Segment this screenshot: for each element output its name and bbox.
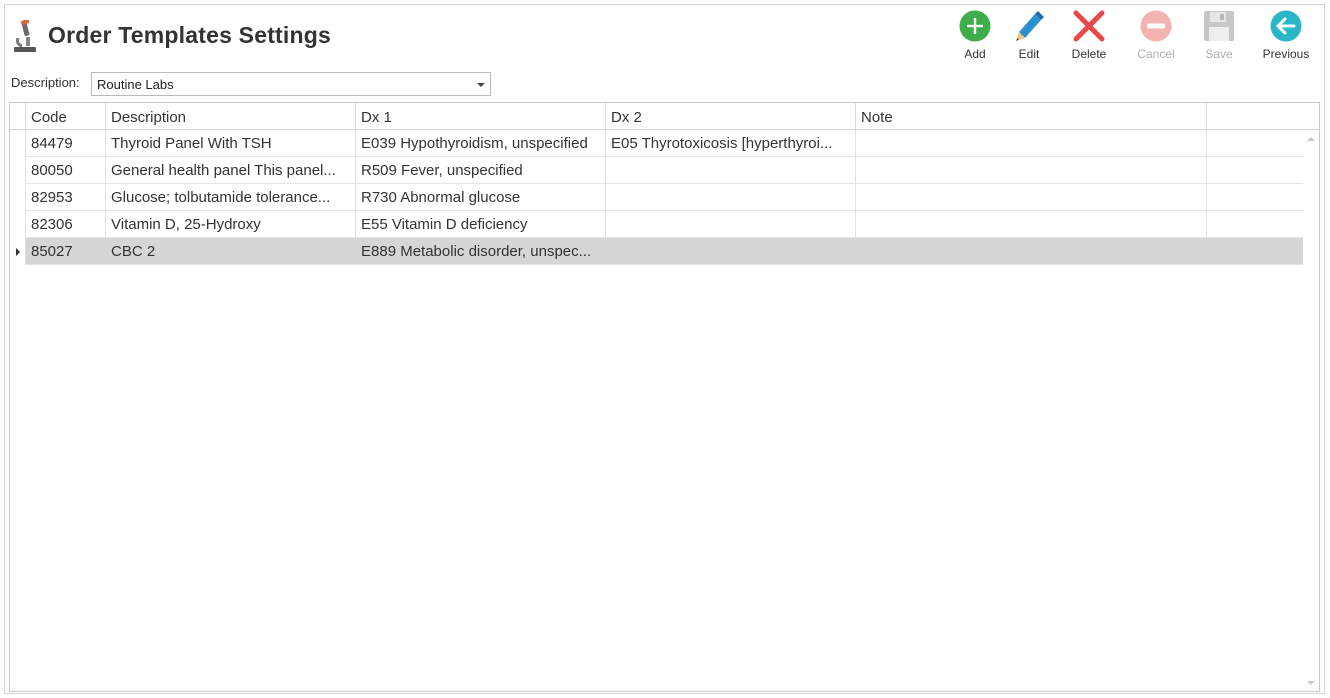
previous-button-label: Previous bbox=[1262, 47, 1310, 61]
row-indicator[interactable] bbox=[10, 238, 26, 265]
cell-dx2[interactable] bbox=[606, 211, 856, 238]
cell-dx2[interactable] bbox=[606, 157, 856, 184]
scroll-up-arrow-icon[interactable] bbox=[1307, 137, 1315, 141]
pencil-icon bbox=[1016, 11, 1044, 41]
delete-button-label: Delete bbox=[1071, 47, 1107, 61]
column-header-dx1[interactable]: Dx 1 bbox=[356, 103, 606, 129]
minus-circle-icon bbox=[1140, 10, 1172, 42]
cell-dx1[interactable]: R730 Abnormal glucose bbox=[356, 184, 606, 211]
scroll-down-arrow-icon[interactable] bbox=[1307, 681, 1315, 685]
row-indicator[interactable] bbox=[10, 130, 26, 157]
cell-description[interactable]: General health panel This panel... bbox=[106, 157, 356, 184]
table-row[interactable]: 80050 General health panel This panel...… bbox=[10, 157, 1303, 184]
page-title: Order Templates Settings bbox=[48, 22, 332, 48]
edit-button[interactable]: Edit bbox=[999, 8, 1059, 64]
floppy-disk-icon bbox=[1204, 11, 1234, 41]
previous-button[interactable]: Previous bbox=[1256, 8, 1316, 64]
arrow-left-circle-icon bbox=[1270, 10, 1302, 42]
save-button[interactable]: Save bbox=[1189, 8, 1249, 64]
grid-header: Code Description Dx 1 Dx 2 Note bbox=[10, 103, 1319, 130]
cell-dx1[interactable]: E55 Vitamin D deficiency bbox=[356, 211, 606, 238]
cell-note[interactable] bbox=[856, 130, 1207, 157]
cell-description[interactable]: Vitamin D, 25-Hydroxy bbox=[106, 211, 356, 238]
cell-description[interactable]: CBC 2 bbox=[106, 238, 356, 265]
row-indicator-header bbox=[10, 103, 26, 129]
current-row-arrow-icon bbox=[16, 248, 20, 256]
cell-dx2[interactable]: E05 Thyrotoxicosis [hyperthyroi... bbox=[606, 130, 856, 157]
delete-button[interactable]: Delete bbox=[1059, 8, 1119, 64]
cell-dx1[interactable]: E039 Hypothyroidism, unspecified bbox=[356, 130, 606, 157]
table-row[interactable]: 82306 Vitamin D, 25-Hydroxy E55 Vitamin … bbox=[10, 211, 1303, 238]
cancel-button-label: Cancel bbox=[1137, 47, 1175, 61]
cell-note[interactable] bbox=[856, 157, 1207, 184]
description-dropdown-value: Routine Labs bbox=[97, 77, 174, 92]
cell-dx2[interactable] bbox=[606, 184, 856, 211]
row-indicator[interactable] bbox=[10, 211, 26, 238]
table-row[interactable]: 82953 Glucose; tolbutamide tolerance... … bbox=[10, 184, 1303, 211]
cell-code[interactable]: 82306 bbox=[26, 211, 106, 238]
cell-dx2[interactable] bbox=[606, 238, 856, 265]
cancel-button[interactable]: Cancel bbox=[1126, 8, 1186, 64]
microscope-icon bbox=[14, 20, 36, 52]
cell-code[interactable]: 85027 bbox=[26, 238, 106, 265]
cell-dx1[interactable]: R509 Fever, unspecified bbox=[356, 157, 606, 184]
vertical-scrollbar[interactable] bbox=[1303, 130, 1319, 691]
add-button[interactable]: Add bbox=[945, 8, 1005, 64]
plus-circle-icon bbox=[959, 10, 991, 42]
add-button-label: Add bbox=[964, 47, 986, 61]
cell-note[interactable] bbox=[856, 238, 1207, 265]
cell-filler bbox=[1207, 238, 1303, 265]
cell-filler bbox=[1207, 130, 1303, 157]
description-dropdown[interactable]: Routine Labs bbox=[91, 72, 491, 96]
edit-button-label: Edit bbox=[1018, 47, 1040, 61]
templates-grid: Code Description Dx 1 Dx 2 Note 84479 Th… bbox=[9, 102, 1320, 692]
cell-code[interactable]: 80050 bbox=[26, 157, 106, 184]
description-label: Description: bbox=[11, 75, 80, 90]
cell-note[interactable] bbox=[856, 184, 1207, 211]
cell-dx1[interactable]: E889 Metabolic disorder, unspec... bbox=[356, 238, 606, 265]
row-indicator[interactable] bbox=[10, 184, 26, 211]
row-indicator[interactable] bbox=[10, 157, 26, 184]
cell-filler bbox=[1207, 157, 1303, 184]
cell-description[interactable]: Glucose; tolbutamide tolerance... bbox=[106, 184, 356, 211]
cell-description[interactable]: Thyroid Panel With TSH bbox=[106, 130, 356, 157]
cell-note[interactable] bbox=[856, 211, 1207, 238]
cell-filler bbox=[1207, 184, 1303, 211]
save-button-label: Save bbox=[1205, 47, 1233, 61]
dropdown-arrow-icon[interactable] bbox=[477, 83, 485, 87]
table-row-selected[interactable]: 85027 CBC 2 E889 Metabolic disorder, uns… bbox=[10, 238, 1303, 265]
column-header-dx2[interactable]: Dx 2 bbox=[606, 103, 856, 129]
x-icon bbox=[1073, 10, 1105, 42]
column-header-code[interactable]: Code bbox=[26, 103, 106, 129]
cell-code[interactable]: 82953 bbox=[26, 184, 106, 211]
cell-code[interactable]: 84479 bbox=[26, 130, 106, 157]
column-header-description[interactable]: Description bbox=[106, 103, 356, 129]
column-header-note[interactable]: Note bbox=[856, 103, 1207, 129]
table-row[interactable]: 84479 Thyroid Panel With TSH E039 Hypoth… bbox=[10, 130, 1303, 157]
cell-filler bbox=[1207, 211, 1303, 238]
